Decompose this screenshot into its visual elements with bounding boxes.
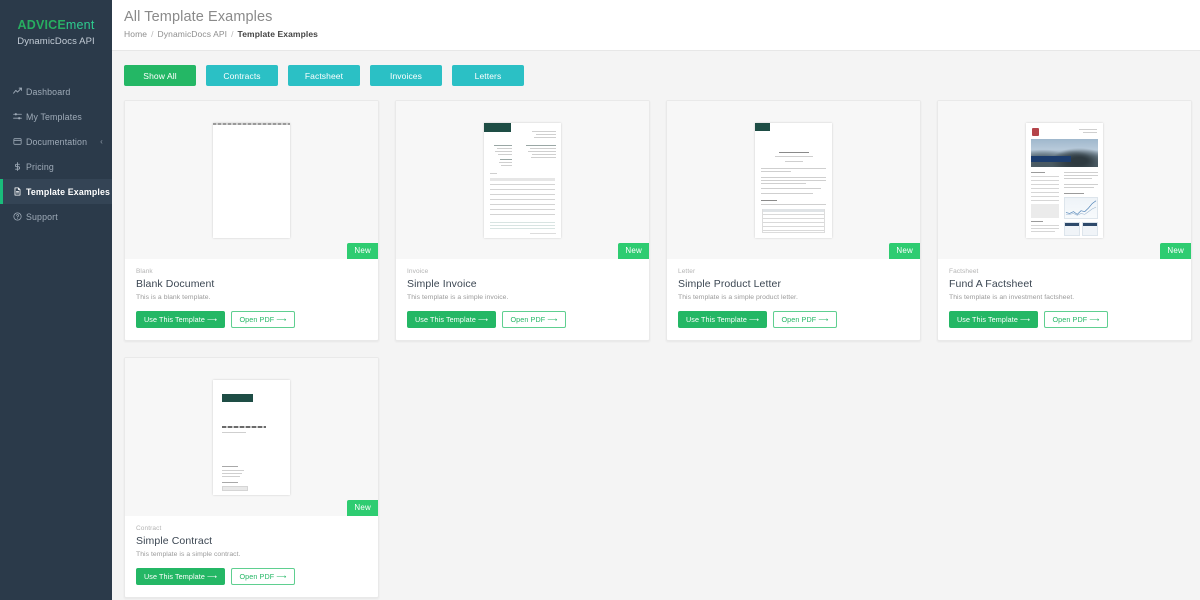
card-body: Factsheet Fund A Factsheet This template…: [938, 259, 1191, 340]
template-card[interactable]: New Factsheet Fund A Factsheet This temp…: [937, 100, 1192, 341]
sidebar-item-label: Documentation: [26, 136, 88, 147]
app-root: ADVICEment DynamicDocs API Dashboard My …: [0, 0, 1200, 600]
breadcrumb-item-template-examples: Template Examples: [237, 29, 318, 39]
card-title: Simple Invoice: [407, 278, 477, 290]
sidebar-item-template-examples[interactable]: Template Examples: [0, 179, 112, 204]
card-actions: Use This Template ⟶ Open PDF ⟶: [949, 311, 1180, 328]
breadcrumb: Home / DynamicDocs API / Template Exampl…: [124, 29, 1200, 39]
card-actions: Use This Template ⟶ Open PDF ⟶: [678, 311, 909, 328]
card-thumbnail[interactable]: New: [125, 358, 378, 516]
use-this-template-button[interactable]: Use This Template ⟶: [136, 568, 226, 585]
open-pdf-button[interactable]: Open PDF ⟶: [231, 568, 295, 585]
open-pdf-button[interactable]: Open PDF ⟶: [502, 311, 566, 328]
card-thumbnail[interactable]: New: [396, 101, 649, 259]
status-badge: New: [347, 500, 378, 516]
brand-logo: ADVICEment: [0, 18, 112, 32]
card-category: Blank: [136, 268, 153, 275]
filter-show-all-button[interactable]: Show All: [124, 65, 196, 86]
status-badge: New: [889, 243, 920, 259]
sidebar-item-support[interactable]: Support: [0, 204, 112, 229]
card-body: Contract Simple Contract This template i…: [125, 516, 378, 597]
status-badge: New: [618, 243, 649, 259]
filter-bar: Show All Contracts Factsheet Invoices Le…: [112, 51, 1200, 86]
chart-line-icon: [13, 87, 26, 96]
status-badge: New: [1160, 243, 1191, 259]
card-description: This template is an investment factsheet…: [949, 294, 1075, 301]
card-description: This template is a simple product letter…: [678, 294, 798, 301]
sidebar-item-label: My Templates: [26, 111, 82, 122]
help-circle-icon: [13, 212, 26, 221]
card-title: Fund A Factsheet: [949, 278, 1033, 290]
page-title: All Template Examples: [124, 9, 273, 25]
card-body: Letter Simple Product Letter This templa…: [667, 259, 920, 340]
card-actions: Use This Template ⟶ Open PDF ⟶: [136, 311, 367, 328]
file-text-icon: [13, 187, 26, 196]
breadcrumb-separator: /: [231, 29, 234, 39]
use-this-template-button[interactable]: Use This Template ⟶: [678, 311, 768, 328]
card-description: This template is a simple invoice.: [407, 294, 509, 301]
open-pdf-button[interactable]: Open PDF ⟶: [1044, 311, 1108, 328]
card-description: This is a blank template.: [136, 294, 211, 301]
card-body: Invoice Simple Invoice This template is …: [396, 259, 649, 340]
contract-thumbnail: [213, 379, 290, 495]
card-actions: Use This Template ⟶ Open PDF ⟶: [136, 568, 367, 585]
blank-document-thumbnail: [213, 122, 290, 238]
sidebar: ADVICEment DynamicDocs API Dashboard My …: [0, 0, 112, 600]
card-title: Simple Product Letter: [678, 278, 782, 290]
filter-letters-button[interactable]: Letters: [452, 65, 524, 86]
dollar-icon: [13, 162, 26, 171]
template-card[interactable]: New Contract Simple Contract This templa…: [124, 357, 379, 598]
status-badge: New: [347, 243, 378, 259]
card-body: Blank Blank Document This is a blank tem…: [125, 259, 378, 340]
sidebar-item-dashboard[interactable]: Dashboard: [0, 79, 112, 104]
breadcrumb-item-dynamicdocs-api[interactable]: DynamicDocs API: [158, 29, 228, 39]
template-card[interactable]: New Invoice Simple Invoice This template…: [395, 100, 650, 341]
product-letter-thumbnail: [755, 122, 832, 238]
card-category: Factsheet: [949, 268, 979, 275]
card-actions: Use This Template ⟶ Open PDF ⟶: [407, 311, 638, 328]
filter-factsheet-button[interactable]: Factsheet: [288, 65, 360, 86]
open-pdf-button[interactable]: Open PDF ⟶: [231, 311, 295, 328]
card-title: Blank Document: [136, 278, 215, 290]
use-this-template-button[interactable]: Use This Template ⟶: [949, 311, 1039, 328]
breadcrumb-item-home[interactable]: Home: [124, 29, 147, 39]
book-icon: [13, 137, 26, 146]
card-category: Letter: [678, 268, 696, 275]
template-card[interactable]: New Blank Blank Document This is a blank…: [124, 100, 379, 341]
card-thumbnail[interactable]: New: [125, 101, 378, 259]
breadcrumb-separator: /: [151, 29, 154, 39]
use-this-template-button[interactable]: Use This Template ⟶: [407, 311, 497, 328]
brand[interactable]: ADVICEment DynamicDocs API: [0, 0, 112, 61]
card-title: Simple Contract: [136, 535, 213, 547]
chevron-left-icon: ‹: [100, 137, 103, 146]
card-category: Invoice: [407, 268, 429, 275]
sidebar-item-label: Support: [26, 211, 58, 222]
use-this-template-button[interactable]: Use This Template ⟶: [136, 311, 226, 328]
template-card[interactable]: New Letter Simple Product Letter This te…: [666, 100, 921, 341]
sidebar-item-label: Dashboard: [26, 86, 71, 97]
main-content: All Template Examples Home / DynamicDocs…: [112, 0, 1200, 600]
brand-logo-part1: ADVICE: [17, 18, 66, 32]
sidebar-item-label: Template Examples: [26, 186, 111, 197]
factsheet-thumbnail: [1026, 122, 1103, 238]
sidebar-item-documentation[interactable]: Documentation ‹: [0, 129, 112, 154]
brand-subtitle: DynamicDocs API: [17, 36, 95, 47]
template-card-grid: New Blank Blank Document This is a blank…: [112, 86, 1200, 598]
sidebar-nav: Dashboard My Templates Documentation ‹ P…: [0, 79, 112, 229]
filter-invoices-button[interactable]: Invoices: [370, 65, 442, 86]
topbar: All Template Examples Home / DynamicDocs…: [112, 0, 1200, 51]
sidebar-item-pricing[interactable]: Pricing: [0, 154, 112, 179]
sidebar-item-label: Pricing: [26, 161, 54, 172]
card-thumbnail[interactable]: New: [938, 101, 1191, 259]
card-thumbnail[interactable]: New: [667, 101, 920, 259]
filter-contracts-button[interactable]: Contracts: [206, 65, 278, 86]
card-category: Contract: [136, 525, 162, 532]
open-pdf-button[interactable]: Open PDF ⟶: [773, 311, 837, 328]
sidebar-item-my-templates[interactable]: My Templates: [0, 104, 112, 129]
sliders-icon: [13, 112, 26, 121]
brand-logo-part2: ment: [65, 18, 95, 32]
card-description: This template is a simple contract.: [136, 551, 241, 558]
invoice-thumbnail: [484, 122, 561, 238]
